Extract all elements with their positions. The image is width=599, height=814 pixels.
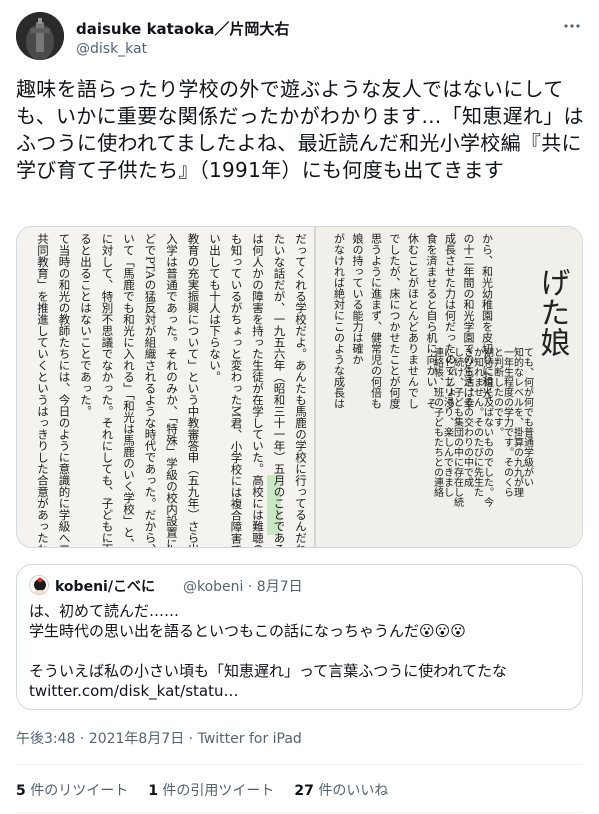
book-text-line-right: がなければ絶対にこのような成長は bbox=[333, 233, 346, 409]
book-text-line-right: 娘の持っている能力は確か bbox=[351, 232, 364, 365]
book-text-line: 教育の充実振興について」という中教審答申（五九年）さら出ていくし bbox=[187, 232, 201, 548]
book-text-line: どでPTAの猛反対が組織されるような時代であった。だから、障害児が bbox=[144, 233, 158, 548]
book-text-line-far-right: にドップリ浸り、楽しんできまし bbox=[442, 347, 454, 497]
author-handle[interactable]: @disk_kat bbox=[76, 41, 147, 57]
book-text-line-far-right: ても、何が何でも普通学級がい bbox=[522, 347, 534, 487]
book-text-line: 入学は普通であった。それのみか、「特殊」学級の校内設置に対しては bbox=[165, 233, 179, 548]
book-text-line-far-right: か知れません。そのたびに先生た bbox=[472, 347, 484, 497]
quoted-author-meta: @kobeni · 8月7日 bbox=[183, 579, 303, 595]
likes-label: 件のいいね bbox=[318, 783, 389, 799]
book-text-line-right: 休むことがほとんどありませんでし bbox=[407, 233, 420, 409]
book-text-line: だってくれる学校だよ。あんたも馬鹿の学校に行ってるんだね」と言われ bbox=[294, 233, 308, 548]
book-text-line-far-right: と判断したのです。 bbox=[492, 347, 504, 437]
quoted-tweet-text: は、初めて読んだ…… 学生時代の思い出を語るといつもこの話になっちゃうんだ😮😮😮… bbox=[29, 602, 508, 700]
quoted-author-avatar[interactable] bbox=[29, 575, 49, 595]
book-text-line: い出しても十人は下らない。 bbox=[208, 233, 222, 383]
quoted-tweet[interactable]: kobeni/こべに @kobeni · 8月7日 は、初めて読んだ…… 学生時… bbox=[16, 564, 583, 710]
tweet-text: 趣味を語らったり学校の外で遊ぶような友人ではないにしても、いかに重要な関係だった… bbox=[16, 77, 584, 182]
book-text-line-far-right: きひらき、その交わりの中で成 bbox=[462, 347, 474, 488]
book-text-line-right: 思うように進まず、健常児の何倍も bbox=[370, 233, 383, 409]
more-options-icon[interactable] bbox=[561, 16, 583, 36]
quotes-stat[interactable]: 1 件の引用ツイート bbox=[148, 780, 274, 800]
retweets-label: 件のリツイート bbox=[30, 783, 129, 799]
book-text-line: も知っているがちょっと変わったM君、小学校には複合障害で知恵遅れの bbox=[230, 233, 244, 548]
book-text-line: て当時の和光の教師たちには、今日のように意識的に学級へ二名の障害 bbox=[58, 233, 72, 548]
quoted-author-name[interactable]: kobeni/こべに bbox=[55, 576, 155, 596]
book-text-line-far-right: 知的なレベルを、掛算の九九が理 bbox=[512, 346, 524, 497]
divider bbox=[16, 764, 583, 765]
book-text-line-right: でしたが、床につかせたことが何度 bbox=[388, 233, 401, 410]
book-text-line: いて「馬鹿でも和光に入れる」「和光は馬鹿のいく学校」と、心ない bbox=[122, 233, 136, 548]
book-text-line-far-right: 一年生程度の学力です。そのくら bbox=[502, 347, 514, 497]
divider bbox=[16, 812, 583, 813]
book-text-line-far-right: し続け、子ども集団の中に存在し続 bbox=[452, 347, 464, 508]
book-page-scan: げた娘 だってくれる学校だよ。あんたも馬鹿の学校に行ってるんだね」と言われたいな… bbox=[17, 227, 582, 548]
book-text-line: ると出ることはないことであった。 bbox=[79, 233, 93, 417]
book-text-line-far-right: 連絡帳、班の子どもたちとの連絡 bbox=[432, 346, 444, 498]
quotes-count: 1 bbox=[148, 783, 158, 799]
book-text-line: は何人かの障害を持った生徒が在学していた。高校には難聴のK君、中学 bbox=[251, 233, 265, 548]
tweet-header: daisuke kataoka／片岡大右 @disk_kat bbox=[16, 12, 583, 64]
author-name[interactable]: daisuke kataoka／片岡大右 bbox=[76, 18, 289, 39]
book-text-line-far-right: 期待に遠く及ばないものでした。今 bbox=[482, 347, 494, 508]
tweet-stats: 5 件のリツイート 1 件の引用ツイート 27 件のいいね bbox=[16, 780, 388, 800]
book-heading: げた娘 bbox=[535, 267, 570, 357]
book-text-line: に対して、特別不思議でなかった。それにしても、子どもに面と向かって bbox=[101, 233, 115, 548]
tweet-media-image[interactable]: げた娘 だってくれる学校だよ。あんたも馬鹿の学校に行ってるんだね」と言われ たいな… bbox=[16, 226, 583, 548]
book-text-line: 共同教育」を推進していくというはっきりした合意があったわけではな bbox=[36, 233, 50, 548]
author-avatar[interactable] bbox=[16, 12, 64, 60]
likes-stat[interactable]: 27 件のいいね bbox=[294, 780, 388, 800]
tweet-timestamp[interactable]: 午後3:48 · 2021年8月7日 · Twitter for iPad bbox=[16, 728, 302, 748]
retweets-count: 5 bbox=[16, 783, 26, 799]
avatar-image bbox=[16, 12, 64, 60]
retweets-stat[interactable]: 5 件のリツイート bbox=[16, 780, 128, 800]
book-text-line: たいな話だが、一九五六年（昭和三十一年）五月のことである。 bbox=[273, 233, 287, 548]
quotes-label: 件の引用ツイート bbox=[162, 783, 275, 799]
likes-count: 27 bbox=[294, 783, 314, 799]
